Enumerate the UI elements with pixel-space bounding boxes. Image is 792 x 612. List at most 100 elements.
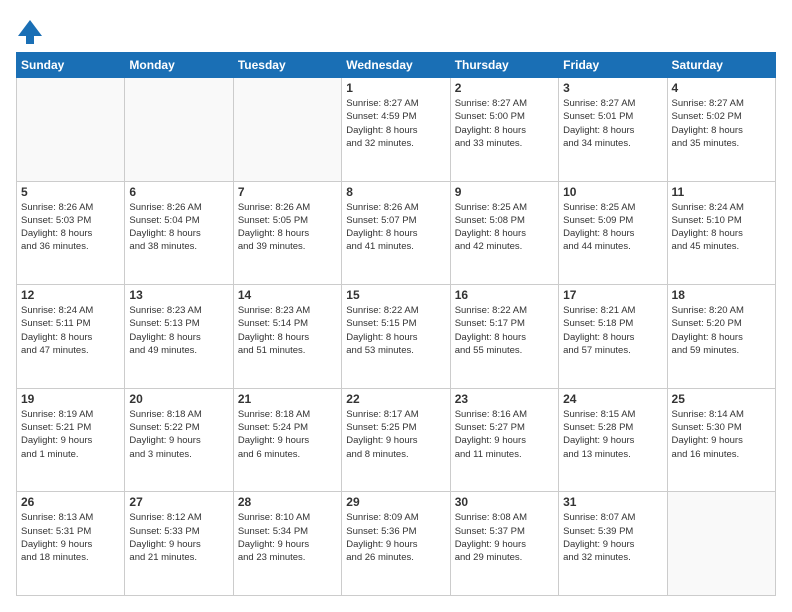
day-number: 18 xyxy=(672,288,771,302)
day-info: Sunrise: 8:10 AM Sunset: 5:34 PM Dayligh… xyxy=(238,511,337,564)
day-info: Sunrise: 8:15 AM Sunset: 5:28 PM Dayligh… xyxy=(563,408,662,461)
logo-icon xyxy=(16,16,44,44)
calendar-cell: 2 Sunrise: 8:27 AM Sunset: 5:00 PM Daylig… xyxy=(450,78,558,182)
day-info: Sunrise: 8:24 AM Sunset: 5:11 PM Dayligh… xyxy=(21,304,120,357)
day-info: Sunrise: 8:26 AM Sunset: 5:07 PM Dayligh… xyxy=(346,201,445,254)
calendar-cell: 10 Sunrise: 8:25 AM Sunset: 5:09 PM Dayli… xyxy=(559,181,667,285)
day-info: Sunrise: 8:27 AM Sunset: 5:00 PM Dayligh… xyxy=(455,97,554,150)
day-number: 10 xyxy=(563,185,662,199)
day-info: Sunrise: 8:26 AM Sunset: 5:03 PM Dayligh… xyxy=(21,201,120,254)
calendar-cell: 21 Sunrise: 8:18 AM Sunset: 5:24 PM Dayli… xyxy=(233,388,341,492)
day-number: 11 xyxy=(672,185,771,199)
calendar-cell: 5Sunrise: 8:26 AM Sunset: 5:03 PM Daylig… xyxy=(17,181,125,285)
calendar-cell: 30 Sunrise: 8:08 AM Sunset: 5:37 PM Dayli… xyxy=(450,492,558,596)
day-info: Sunrise: 8:27 AM Sunset: 4:59 PM Dayligh… xyxy=(346,97,445,150)
day-number: 1 xyxy=(346,81,445,95)
calendar-cell: 23Sunrise: 8:16 AM Sunset: 5:27 PM Dayli… xyxy=(450,388,558,492)
calendar-cell: 11 Sunrise: 8:24 AM Sunset: 5:10 PM Dayli… xyxy=(667,181,775,285)
day-info: Sunrise: 8:19 AM Sunset: 5:21 PM Dayligh… xyxy=(21,408,120,461)
day-number: 16 xyxy=(455,288,554,302)
day-number: 2 xyxy=(455,81,554,95)
day-info: Sunrise: 8:24 AM Sunset: 5:10 PM Dayligh… xyxy=(672,201,771,254)
logo xyxy=(16,16,48,44)
day-number: 7 xyxy=(238,185,337,199)
calendar-cell: 15 Sunrise: 8:22 AM Sunset: 5:15 PM Dayli… xyxy=(342,285,450,389)
calendar-table: SundayMondayTuesdayWednesdayThursdayFrid… xyxy=(16,52,776,596)
calendar-cell: 28 Sunrise: 8:10 AM Sunset: 5:34 PM Dayli… xyxy=(233,492,341,596)
day-info: Sunrise: 8:25 AM Sunset: 5:08 PM Dayligh… xyxy=(455,201,554,254)
day-number: 8 xyxy=(346,185,445,199)
day-number: 3 xyxy=(563,81,662,95)
day-number: 26 xyxy=(21,495,120,509)
day-info: Sunrise: 8:17 AM Sunset: 5:25 PM Dayligh… xyxy=(346,408,445,461)
weekday-header: Saturday xyxy=(667,53,775,78)
calendar-cell: 8 Sunrise: 8:26 AM Sunset: 5:07 PM Daylig… xyxy=(342,181,450,285)
day-info: Sunrise: 8:13 AM Sunset: 5:31 PM Dayligh… xyxy=(21,511,120,564)
day-number: 22 xyxy=(346,392,445,406)
calendar-cell: 29 Sunrise: 8:09 AM Sunset: 5:36 PM Dayli… xyxy=(342,492,450,596)
day-info: Sunrise: 8:25 AM Sunset: 5:09 PM Dayligh… xyxy=(563,201,662,254)
calendar-cell: 20 Sunrise: 8:18 AM Sunset: 5:22 PM Dayli… xyxy=(125,388,233,492)
day-number: 29 xyxy=(346,495,445,509)
weekday-header: Tuesday xyxy=(233,53,341,78)
calendar-cell: 12 Sunrise: 8:24 AM Sunset: 5:11 PM Dayli… xyxy=(17,285,125,389)
day-info: Sunrise: 8:20 AM Sunset: 5:20 PM Dayligh… xyxy=(672,304,771,357)
calendar-cell: 25Sunrise: 8:14 AM Sunset: 5:30 PM Dayli… xyxy=(667,388,775,492)
day-number: 14 xyxy=(238,288,337,302)
calendar-cell: 7 Sunrise: 8:26 AM Sunset: 5:05 PM Daylig… xyxy=(233,181,341,285)
day-info: Sunrise: 8:27 AM Sunset: 5:01 PM Dayligh… xyxy=(563,97,662,150)
day-info: Sunrise: 8:26 AM Sunset: 5:04 PM Dayligh… xyxy=(129,201,228,254)
day-number: 19 xyxy=(21,392,120,406)
day-info: Sunrise: 8:23 AM Sunset: 5:13 PM Dayligh… xyxy=(129,304,228,357)
calendar-cell: 17Sunrise: 8:21 AM Sunset: 5:18 PM Dayli… xyxy=(559,285,667,389)
day-number: 13 xyxy=(129,288,228,302)
day-info: Sunrise: 8:09 AM Sunset: 5:36 PM Dayligh… xyxy=(346,511,445,564)
calendar-cell xyxy=(125,78,233,182)
day-number: 17 xyxy=(563,288,662,302)
day-info: Sunrise: 8:18 AM Sunset: 5:24 PM Dayligh… xyxy=(238,408,337,461)
day-info: Sunrise: 8:16 AM Sunset: 5:27 PM Dayligh… xyxy=(455,408,554,461)
day-number: 4 xyxy=(672,81,771,95)
day-number: 12 xyxy=(21,288,120,302)
day-info: Sunrise: 8:08 AM Sunset: 5:37 PM Dayligh… xyxy=(455,511,554,564)
header xyxy=(16,16,776,44)
day-number: 31 xyxy=(563,495,662,509)
day-info: Sunrise: 8:22 AM Sunset: 5:15 PM Dayligh… xyxy=(346,304,445,357)
day-info: Sunrise: 8:26 AM Sunset: 5:05 PM Dayligh… xyxy=(238,201,337,254)
calendar-cell xyxy=(667,492,775,596)
page: SundayMondayTuesdayWednesdayThursdayFrid… xyxy=(0,0,792,612)
day-info: Sunrise: 8:22 AM Sunset: 5:17 PM Dayligh… xyxy=(455,304,554,357)
weekday-header: Wednesday xyxy=(342,53,450,78)
calendar-cell: 4 Sunrise: 8:27 AM Sunset: 5:02 PM Daylig… xyxy=(667,78,775,182)
calendar-cell: 3 Sunrise: 8:27 AM Sunset: 5:01 PM Daylig… xyxy=(559,78,667,182)
weekday-header: Sunday xyxy=(17,53,125,78)
day-number: 24 xyxy=(563,392,662,406)
calendar-cell: 18 Sunrise: 8:20 AM Sunset: 5:20 PM Dayli… xyxy=(667,285,775,389)
day-number: 20 xyxy=(129,392,228,406)
calendar-cell: 26 Sunrise: 8:13 AM Sunset: 5:31 PM Dayli… xyxy=(17,492,125,596)
calendar-cell: 1 Sunrise: 8:27 AM Sunset: 4:59 PM Daylig… xyxy=(342,78,450,182)
weekday-header: Monday xyxy=(125,53,233,78)
day-info: Sunrise: 8:23 AM Sunset: 5:14 PM Dayligh… xyxy=(238,304,337,357)
day-number: 30 xyxy=(455,495,554,509)
day-number: 28 xyxy=(238,495,337,509)
day-number: 15 xyxy=(346,288,445,302)
day-number: 21 xyxy=(238,392,337,406)
calendar-cell: 16 Sunrise: 8:22 AM Sunset: 5:17 PM Dayli… xyxy=(450,285,558,389)
day-info: Sunrise: 8:18 AM Sunset: 5:22 PM Dayligh… xyxy=(129,408,228,461)
calendar-cell: 13 Sunrise: 8:23 AM Sunset: 5:13 PM Dayli… xyxy=(125,285,233,389)
day-number: 27 xyxy=(129,495,228,509)
day-info: Sunrise: 8:27 AM Sunset: 5:02 PM Dayligh… xyxy=(672,97,771,150)
calendar-cell xyxy=(233,78,341,182)
day-number: 9 xyxy=(455,185,554,199)
calendar-cell xyxy=(17,78,125,182)
day-info: Sunrise: 8:07 AM Sunset: 5:39 PM Dayligh… xyxy=(563,511,662,564)
calendar-cell: 14 Sunrise: 8:23 AM Sunset: 5:14 PM Dayli… xyxy=(233,285,341,389)
calendar-cell: 27 Sunrise: 8:12 AM Sunset: 5:33 PM Dayli… xyxy=(125,492,233,596)
day-number: 25 xyxy=(672,392,771,406)
weekday-header: Friday xyxy=(559,53,667,78)
day-info: Sunrise: 8:12 AM Sunset: 5:33 PM Dayligh… xyxy=(129,511,228,564)
calendar-cell: 24 Sunrise: 8:15 AM Sunset: 5:28 PM Dayli… xyxy=(559,388,667,492)
weekday-header: Thursday xyxy=(450,53,558,78)
calendar-cell: 6Sunrise: 8:26 AM Sunset: 5:04 PM Daylig… xyxy=(125,181,233,285)
